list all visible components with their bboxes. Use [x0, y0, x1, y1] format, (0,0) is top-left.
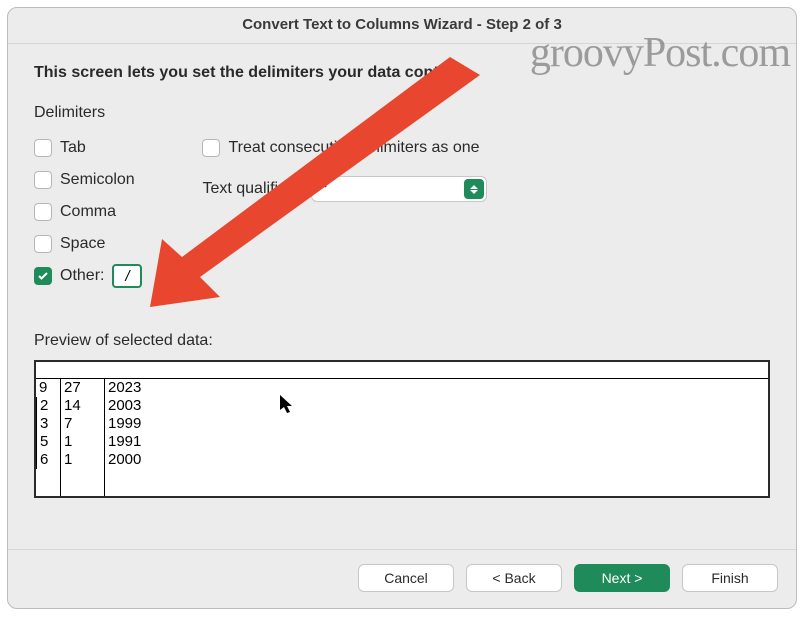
preview-cell: 14 — [60, 397, 104, 415]
preview-label: Preview of selected data: — [34, 332, 770, 350]
delimiter-semicolon-row: Semicolon — [34, 164, 142, 196]
preview-box[interactable]: 9272023 2142003 371999 511991 612000 — [34, 360, 770, 498]
dialog-content: This screen lets you set the delimiters … — [8, 44, 796, 549]
preview-cell: 9 — [36, 379, 60, 397]
delimiters-label: Delimiters — [34, 104, 142, 122]
stepper-icon — [464, 179, 484, 199]
treat-consecutive-row: Treat consecutive delimiters as one — [202, 132, 770, 164]
preview-cell: 5 — [36, 433, 60, 451]
delimiters-group: Delimiters Tab Semicolon Comma Space — [34, 104, 142, 292]
delimiter-other-input[interactable] — [112, 264, 142, 288]
back-button[interactable]: < Back — [466, 564, 562, 592]
delimiter-semicolon-label: Semicolon — [60, 171, 135, 189]
preview-cell: 2023 — [104, 379, 768, 397]
preview-cell: 7 — [60, 415, 104, 433]
text-qualifier-value: " — [322, 181, 327, 198]
preview-cell: 1 — [60, 433, 104, 451]
preview-cell: 2000 — [104, 451, 768, 469]
delimiter-space-label: Space — [60, 235, 105, 253]
finish-button[interactable]: Finish — [682, 564, 778, 592]
delimiter-semicolon-checkbox[interactable] — [34, 171, 52, 189]
delimiter-tab-checkbox[interactable] — [34, 139, 52, 157]
treat-consecutive-label: Treat consecutive delimiters as one — [228, 139, 479, 157]
preview-cell: 1999 — [104, 415, 768, 433]
button-bar: Cancel < Back Next > Finish — [8, 549, 796, 608]
wizard-dialog: Convert Text to Columns Wizard - Step 2 … — [7, 7, 797, 609]
next-button[interactable]: Next > — [574, 564, 670, 592]
instruction-text: This screen lets you set the delimiters … — [34, 64, 770, 82]
options-row: Delimiters Tab Semicolon Comma Space — [34, 104, 770, 292]
text-qualifier-label: Text qualifier: — [202, 180, 296, 198]
delimiter-other-checkbox[interactable] — [34, 267, 52, 285]
preview-cell: 6 — [36, 451, 60, 469]
delimiter-comma-label: Comma — [60, 203, 116, 221]
preview-cell: 2003 — [104, 397, 768, 415]
delimiter-comma-checkbox[interactable] — [34, 203, 52, 221]
treat-consecutive-checkbox[interactable] — [202, 139, 220, 157]
window-title: Convert Text to Columns Wizard - Step 2 … — [8, 8, 796, 44]
delimiter-space-row: Space — [34, 228, 142, 260]
delimiter-other-label: Other: — [60, 267, 104, 285]
delimiter-tab-label: Tab — [60, 139, 86, 157]
text-qualifier-row: Text qualifier: " — [202, 176, 770, 202]
right-options: Treat consecutive delimiters as one Text… — [202, 104, 770, 202]
preview-cell: 3 — [36, 415, 60, 433]
preview-cell: 1 — [60, 451, 104, 469]
delimiter-comma-row: Comma — [34, 196, 142, 228]
preview-cell: 1991 — [104, 433, 768, 451]
text-qualifier-select[interactable]: " — [311, 176, 487, 202]
preview-grid: 9272023 2142003 371999 511991 612000 — [36, 378, 768, 469]
preview-cell: 27 — [60, 379, 104, 397]
delimiter-space-checkbox[interactable] — [34, 235, 52, 253]
cancel-button[interactable]: Cancel — [358, 564, 454, 592]
delimiter-tab-row: Tab — [34, 132, 142, 164]
delimiter-other-row: Other: — [34, 260, 142, 292]
preview-cell: 2 — [36, 397, 60, 415]
